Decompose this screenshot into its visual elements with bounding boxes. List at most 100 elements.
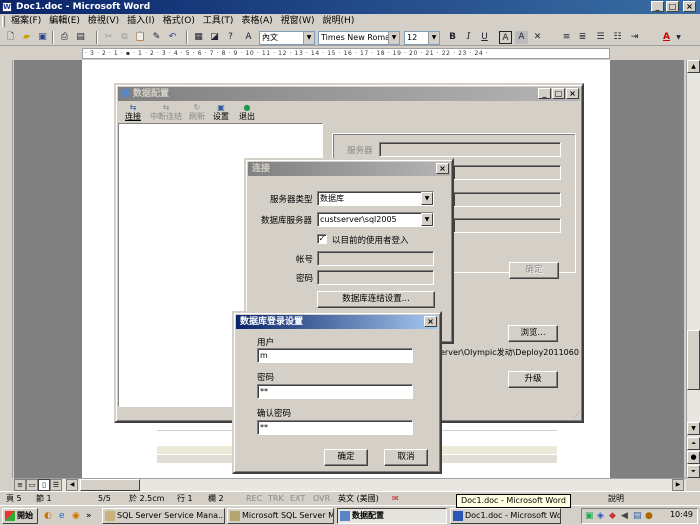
char-shade-icon[interactable]: A <box>515 31 528 44</box>
password-input[interactable]: ** <box>257 384 413 399</box>
status-ovr[interactable]: OVR <box>313 493 330 505</box>
chevron-down-icon[interactable]: ▼ <box>303 32 314 44</box>
settings-button[interactable]: ▣ 设置 <box>210 103 232 122</box>
underline-icon[interactable]: U <box>478 31 491 44</box>
disconnect-button[interactable]: ⇆ 中断连结 <box>146 103 186 122</box>
bold-icon[interactable]: B <box>446 31 459 44</box>
exit-button[interactable]: ● 退出 <box>236 103 258 122</box>
refresh-button[interactable]: ↻ 刷新 <box>186 103 208 122</box>
start-button[interactable]: 開始 <box>2 508 38 524</box>
font-select[interactable]: Times New Roman ▼ <box>318 31 400 45</box>
account-field[interactable] <box>317 251 434 266</box>
print-layout-icon[interactable]: ▯ <box>38 479 50 491</box>
close-icon[interactable]: × <box>683 1 696 12</box>
confirm-password-input[interactable]: ** <box>257 420 413 435</box>
save-icon[interactable]: ▣ <box>36 31 49 44</box>
db-settings-button[interactable]: 数据库连结设置... <box>317 291 435 308</box>
previous-page-icon[interactable]: ⏶ <box>687 437 700 450</box>
scroll-thumb[interactable] <box>687 330 700 390</box>
maximize-icon[interactable]: □ <box>552 88 565 99</box>
horizontal-scrollbar[interactable]: ≡ ▭ ▯ ☰ ◀ ▶ <box>14 478 686 491</box>
close-icon[interactable]: × <box>436 163 449 174</box>
help-icon[interactable]: ? <box>224 31 237 44</box>
upgrade-button[interactable]: 升级 <box>508 371 558 388</box>
indent-icon[interactable]: ⇥ <box>628 31 641 44</box>
menu-help[interactable]: 說明(H) <box>319 14 359 29</box>
size-select[interactable]: 12 ▼ <box>404 31 440 45</box>
browse-button[interactable]: 浏览... <box>508 325 558 342</box>
vertical-scrollbar[interactable]: ▲ ▼ ⏶ ● ⏷ <box>686 60 700 478</box>
outline-view-icon[interactable]: ☰ <box>50 479 62 491</box>
connect-button[interactable]: ⇆ 连接 <box>122 103 144 122</box>
vertical-ruler[interactable] <box>0 60 13 478</box>
numbering-icon[interactable]: ☰ <box>594 31 607 44</box>
undo-icon[interactable]: ↶ <box>166 31 179 44</box>
close-icon[interactable]: × <box>566 88 579 99</box>
minimize-icon[interactable]: _ <box>651 1 664 12</box>
server-field[interactable] <box>379 142 561 157</box>
server-field-2[interactable] <box>453 165 561 180</box>
open-folder-icon[interactable]: ▰ <box>20 31 33 44</box>
print-icon[interactable]: ⎙ <box>58 31 71 44</box>
table-icon[interactable]: ▦ <box>192 31 205 44</box>
tray-network-icon[interactable]: ▣ <box>585 511 594 521</box>
copy-icon[interactable]: ⧉ <box>118 31 131 44</box>
tray-security-icon[interactable]: ◆ <box>609 511 616 521</box>
taskbar-word[interactable]: Doc1.doc - Microsoft Word <box>450 508 561 524</box>
scroll-left-icon[interactable]: ◀ <box>66 479 78 491</box>
menu-insert[interactable]: 插入(I) <box>123 14 159 29</box>
server-field-3[interactable] <box>453 192 561 207</box>
menu-window[interactable]: 視窗(W) <box>277 14 319 29</box>
status-trk[interactable]: TRK <box>268 493 284 505</box>
db-server-select[interactable]: custserver\sql2005 ▼ <box>317 212 434 227</box>
format-painter-icon[interactable]: ✎ <box>150 31 163 44</box>
show-desktop-icon[interactable]: ◐ <box>44 511 52 521</box>
taskbar-data-config[interactable]: 数据配置 <box>337 508 447 524</box>
next-page-icon[interactable]: ⏷ <box>687 465 700 478</box>
password-field[interactable] <box>317 270 434 285</box>
web-view-icon[interactable]: ▭ <box>26 479 38 491</box>
scroll-up-icon[interactable]: ▲ <box>687 60 700 73</box>
char-scale-icon[interactable]: ✕ <box>531 31 544 44</box>
ok-button[interactable]: 确定 <box>324 449 368 466</box>
minimize-icon[interactable]: _ <box>538 88 551 99</box>
server-type-select[interactable]: 数据库 ▼ <box>317 191 434 206</box>
quick-launch-icon[interactable]: » <box>86 511 92 521</box>
menu-file[interactable]: 檔案(F) <box>7 14 45 29</box>
new-document-icon[interactable]: 🗋 <box>4 31 17 44</box>
cancel-button[interactable]: 取消 <box>384 449 428 466</box>
server-confirm-button[interactable]: 确定 <box>509 262 559 279</box>
menu-edit[interactable]: 編輯(E) <box>45 14 84 29</box>
align-left-icon[interactable]: ≡ <box>560 31 573 44</box>
cut-icon[interactable]: ✂ <box>102 31 115 44</box>
tray-sound-icon[interactable]: ◈ <box>597 511 604 521</box>
outlook-icon[interactable]: ◉ <box>72 511 80 521</box>
scroll-right-icon[interactable]: ▶ <box>672 479 684 491</box>
resize-grip-icon[interactable]: ⋰ <box>573 411 580 419</box>
horizontal-ruler[interactable]: · 3 · 2 · 1 · ▪ · 1 · 2 · 3 · 4 · 5 · 6 … <box>82 48 610 59</box>
taskbar-sql-service-manager[interactable]: SQL Server Service Mana... <box>102 508 225 524</box>
print-preview-icon[interactable]: ▤ <box>74 31 87 44</box>
drawing-icon[interactable]: ◪ <box>208 31 221 44</box>
chevron-down-icon[interactable]: ▼ <box>428 32 439 44</box>
char-border-icon[interactable]: A <box>499 31 512 44</box>
tray-ime-icon[interactable]: ▤ <box>633 511 642 521</box>
styles-icon[interactable]: A <box>242 31 255 44</box>
italic-icon[interactable]: I <box>462 31 475 44</box>
ie-icon[interactable]: e <box>59 511 65 521</box>
hscroll-thumb[interactable] <box>80 479 140 491</box>
spelling-status-icon[interactable]: ✉ <box>392 493 399 505</box>
tray-volume-icon[interactable]: ◀ <box>621 511 628 521</box>
menu-table[interactable]: 表格(A) <box>237 14 276 29</box>
maximize-icon[interactable]: □ <box>666 1 679 12</box>
menubar-grip[interactable] <box>2 16 5 27</box>
bullets-icon[interactable]: ☷ <box>611 31 624 44</box>
close-icon[interactable]: × <box>424 316 437 327</box>
word-app-icon[interactable]: W <box>2 2 12 12</box>
scroll-down-icon[interactable]: ▼ <box>687 422 700 435</box>
user-input[interactable]: m <box>257 348 413 363</box>
taskbar-sql-management-studio[interactable]: Microsoft SQL Server Ma... <box>227 508 334 524</box>
status-rec[interactable]: REC <box>246 493 262 505</box>
chevron-down-icon[interactable]: ▼ <box>421 192 433 205</box>
menu-tools[interactable]: 工具(T) <box>199 14 238 29</box>
